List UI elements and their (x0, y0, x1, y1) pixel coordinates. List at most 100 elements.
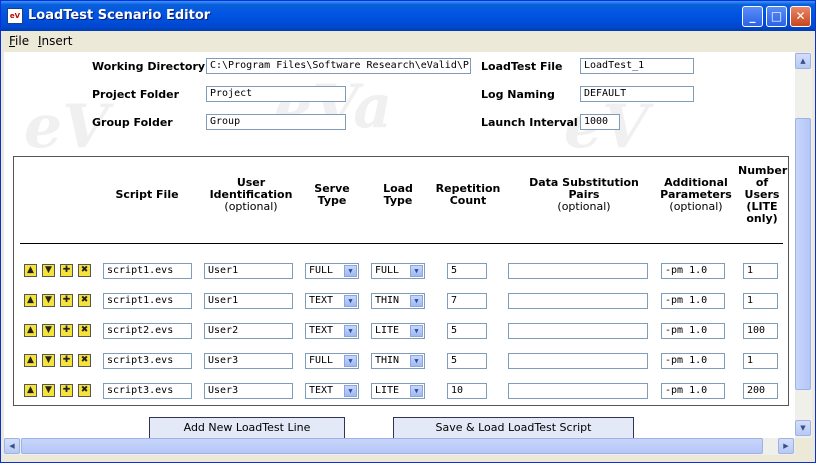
scroll-down-icon[interactable]: ▼ (795, 420, 811, 436)
close-button[interactable]: ✕ (790, 6, 811, 27)
move-down-icon[interactable]: ▼ (42, 264, 55, 277)
delete-line-icon[interactable]: ✖ (78, 324, 91, 337)
loadtest-file-field[interactable]: LoadTest_1 (580, 58, 694, 74)
horizontal-scroll-thumb[interactable] (21, 438, 763, 454)
serve-type-select[interactable]: TEXT ▼ (305, 383, 359, 399)
add-line-icon[interactable]: ✚ (60, 324, 73, 337)
load-type-select[interactable]: LITE ▼ (371, 323, 425, 339)
load-type-select[interactable]: THIN ▼ (371, 293, 425, 309)
move-down-icon[interactable]: ▼ (42, 354, 55, 367)
dropdown-arrow-icon[interactable]: ▼ (344, 295, 357, 307)
watermark-logo: eVa (274, 72, 393, 142)
horizontal-scrollbar[interactable]: ◀ ▶ (4, 438, 795, 455)
script-file-field[interactable]: script3.evs (103, 383, 192, 399)
user-id-field[interactable]: User3 (204, 383, 293, 399)
move-down-icon[interactable]: ▼ (42, 384, 55, 397)
col-header-repetition-count: Repetition Count (435, 182, 501, 207)
dropdown-arrow-icon[interactable]: ▼ (344, 265, 357, 277)
delete-line-icon[interactable]: ✖ (78, 384, 91, 397)
minimize-button[interactable]: _ (742, 6, 763, 27)
additional-parameters-field[interactable]: -pm 1.0 (661, 263, 725, 279)
delete-line-icon[interactable]: ✖ (78, 354, 91, 367)
number-of-users-field[interactable]: 200 (743, 383, 778, 399)
add-loadtest-line-button[interactable]: Add New LoadTest Line (149, 417, 345, 438)
number-of-users-field[interactable]: 1 (743, 263, 778, 279)
data-substitution-field[interactable] (508, 263, 648, 279)
data-substitution-field[interactable] (508, 383, 648, 399)
dropdown-arrow-icon[interactable]: ▼ (410, 265, 423, 277)
delete-line-icon[interactable]: ✖ (78, 264, 91, 277)
user-id-field[interactable]: User2 (204, 323, 293, 339)
maximize-button[interactable]: □ (766, 6, 787, 27)
dropdown-arrow-icon[interactable]: ▼ (410, 295, 423, 307)
script-file-field[interactable]: script2.evs (103, 323, 192, 339)
repetition-count-field[interactable]: 5 (447, 323, 487, 339)
move-up-icon[interactable]: ▲ (24, 324, 37, 337)
user-id-field[interactable]: User1 (204, 263, 293, 279)
dropdown-arrow-icon[interactable]: ▼ (344, 355, 357, 367)
data-substitution-field[interactable] (508, 323, 648, 339)
move-down-icon[interactable]: ▼ (42, 324, 55, 337)
script-file-field[interactable]: script3.evs (103, 353, 192, 369)
serve-type-select[interactable]: TEXT ▼ (305, 293, 359, 309)
move-up-icon[interactable]: ▲ (24, 264, 37, 277)
number-of-users-field[interactable]: 1 (743, 353, 778, 369)
serve-type-select[interactable]: FULL ▼ (305, 353, 359, 369)
vertical-scrollbar[interactable]: ▲ ▼ (795, 52, 812, 438)
scroll-left-icon[interactable]: ◀ (4, 438, 20, 454)
serve-type-select[interactable]: FULL ▼ (305, 263, 359, 279)
add-line-icon[interactable]: ✚ (60, 354, 73, 367)
repetition-count-field[interactable]: 10 (447, 383, 487, 399)
log-naming-field[interactable]: DEFAULT (580, 86, 694, 102)
menu-file[interactable]: File (9, 34, 29, 48)
number-of-users-field[interactable]: 1 (743, 293, 778, 309)
dropdown-arrow-icon[interactable]: ▼ (344, 385, 357, 397)
title-bar[interactable]: eV LoadTest Scenario Editor _ □ ✕ (1, 1, 815, 31)
script-file-field[interactable]: script1.evs (103, 263, 192, 279)
load-type-select[interactable]: LITE ▼ (371, 383, 425, 399)
scroll-up-icon[interactable]: ▲ (795, 53, 811, 69)
additional-parameters-field[interactable]: -pm 1.0 (661, 353, 725, 369)
move-up-icon[interactable]: ▲ (24, 354, 37, 367)
script-file-field[interactable]: script1.evs (103, 293, 192, 309)
delete-line-icon[interactable]: ✖ (78, 294, 91, 307)
add-line-icon[interactable]: ✚ (60, 384, 73, 397)
additional-parameters-field[interactable]: -pm 1.0 (661, 383, 725, 399)
dropdown-arrow-icon[interactable]: ▼ (410, 385, 423, 397)
script-file-field-value: script2.evs (107, 325, 174, 336)
working-directory-field[interactable]: C:\Program Files\Software Research\eVali… (206, 58, 471, 74)
move-up-icon[interactable]: ▲ (24, 384, 37, 397)
load-type-select[interactable]: THIN ▼ (371, 353, 425, 369)
data-substitution-field[interactable] (508, 353, 648, 369)
save-load-script-button[interactable]: Save & Load LoadTest Script (393, 417, 634, 438)
data-substitution-field[interactable] (508, 293, 648, 309)
header-divider (20, 243, 783, 244)
serve-type-select-value: TEXT (309, 295, 334, 306)
repetition-count-field-value: 5 (451, 265, 458, 276)
repetition-count-field[interactable]: 5 (447, 263, 487, 279)
add-line-icon[interactable]: ✚ (60, 264, 73, 277)
user-id-field[interactable]: User1 (204, 293, 293, 309)
move-down-icon[interactable]: ▼ (42, 294, 55, 307)
dropdown-arrow-icon[interactable]: ▼ (410, 325, 423, 337)
repetition-count-field[interactable]: 5 (447, 353, 487, 369)
add-line-icon[interactable]: ✚ (60, 294, 73, 307)
menu-insert[interactable]: Insert (38, 34, 72, 48)
group-folder-field[interactable]: Group (206, 114, 346, 130)
editor-panel: eV eVa eV Working Directory C:\Program F… (4, 52, 795, 438)
load-type-select[interactable]: FULL ▼ (371, 263, 425, 279)
loadtest-file-label: LoadTest File (481, 60, 563, 73)
launch-interval-field[interactable]: 1000 (580, 114, 620, 130)
additional-parameters-field[interactable]: -pm 1.0 (661, 293, 725, 309)
additional-parameters-field[interactable]: -pm 1.0 (661, 323, 725, 339)
move-up-icon[interactable]: ▲ (24, 294, 37, 307)
repetition-count-field[interactable]: 7 (447, 293, 487, 309)
user-id-field[interactable]: User3 (204, 353, 293, 369)
scroll-right-icon[interactable]: ▶ (778, 438, 794, 454)
number-of-users-field[interactable]: 100 (743, 323, 778, 339)
serve-type-select[interactable]: TEXT ▼ (305, 323, 359, 339)
vertical-scroll-thumb[interactable] (795, 118, 811, 390)
project-folder-field[interactable]: Project (206, 86, 346, 102)
dropdown-arrow-icon[interactable]: ▼ (410, 355, 423, 367)
dropdown-arrow-icon[interactable]: ▼ (344, 325, 357, 337)
